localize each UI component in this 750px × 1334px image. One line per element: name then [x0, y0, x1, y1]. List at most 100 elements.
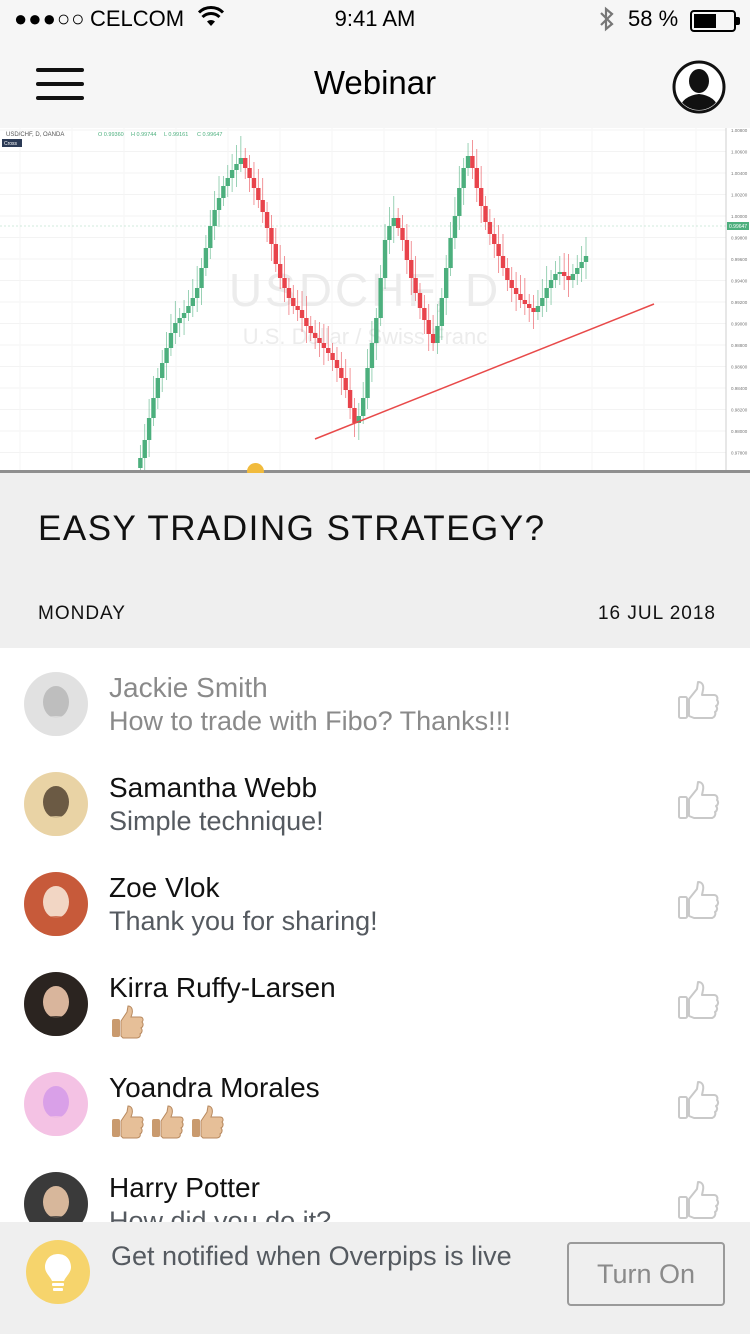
candle-body: [312, 333, 318, 338]
candle-body: [186, 306, 191, 313]
ohlc-value: O 0.99360: [98, 132, 124, 138]
candle-body: [260, 200, 265, 212]
price-tick-label: 0.98600: [731, 365, 748, 370]
candle-body: [400, 228, 405, 240]
comment-item[interactable]: Kirra Ruffy-Larsen: [0, 948, 750, 1048]
candle-body: [465, 156, 471, 168]
comment-author: Harry Potter: [109, 1172, 260, 1203]
thumbs-up-emoji: [112, 1005, 144, 1039]
candle-body: [339, 368, 344, 378]
candle-body: [238, 158, 244, 164]
thumbs-up-icon[interactable]: [676, 880, 720, 922]
comment-text: Thank you for sharing!: [109, 906, 378, 936]
candle-body: [452, 216, 458, 238]
candle-body: [478, 188, 484, 206]
candle-body: [566, 276, 571, 280]
candle-body: [461, 168, 466, 188]
candle-body: [513, 288, 519, 294]
candle-body: [194, 288, 200, 298]
price-tick-label: 0.99800: [731, 236, 748, 241]
candle-body: [382, 240, 388, 278]
candle-body: [518, 294, 523, 300]
candle-body: [548, 280, 554, 288]
candle-body: [496, 244, 501, 256]
candle-body: [299, 310, 305, 318]
candle-body: [326, 348, 331, 353]
candle-body: [160, 363, 165, 378]
thumbs-up-icon[interactable]: [676, 1180, 720, 1222]
candle-body: [443, 268, 449, 298]
price-tick-label: 0.98200: [731, 408, 748, 413]
candle-body: [527, 304, 532, 308]
price-chart[interactable]: USDCHF, D U.S. Dollar / Swiss Franc 1.00…: [0, 128, 750, 474]
avatar[interactable]: [24, 872, 88, 936]
cross-label: Cross: [4, 141, 18, 147]
candle-body: [360, 398, 366, 416]
ohlc-value: L 0.99161: [164, 132, 188, 138]
price-tick-label: 1.00200: [731, 193, 748, 198]
lightbulb-icon: [26, 1240, 90, 1304]
candle-body: [570, 274, 576, 280]
thumbs-up-emoji: [192, 1105, 224, 1139]
candle-body: [256, 188, 261, 200]
comment-item[interactable]: Zoe Vlok Thank you for sharing!: [0, 848, 750, 948]
avatar[interactable]: [24, 672, 88, 736]
candle-body: [347, 390, 353, 408]
candle-body: [430, 334, 436, 343]
candle-body: [308, 326, 313, 333]
candle-body: [203, 248, 209, 268]
avatar[interactable]: [24, 772, 88, 836]
candle-body: [212, 210, 217, 226]
bluetooth-icon: [598, 6, 616, 38]
candle-body: [483, 206, 488, 222]
candle-body: [413, 278, 418, 293]
user-avatar-icon[interactable]: [672, 60, 726, 114]
comment-item[interactable]: Samantha Webb Simple technique!: [0, 748, 750, 848]
candle-body: [330, 353, 335, 360]
turn-on-button[interactable]: Turn On: [567, 1242, 725, 1306]
comment-text: How to trade with Fibo? Thanks!!!: [109, 706, 511, 736]
thumbs-up-icon[interactable]: [676, 680, 720, 722]
price-tick-label: 0.97800: [731, 451, 748, 456]
candle-body: [395, 218, 401, 228]
comment-item[interactable]: Jackie Smith How to trade with Fibo? Tha…: [0, 648, 750, 748]
candle-body: [273, 244, 279, 264]
candle-body: [216, 198, 222, 210]
thumbs-up-emoji: [112, 1105, 144, 1139]
candle-body: [181, 313, 187, 318]
comment-emoji: [109, 1004, 149, 1040]
candle-body: [142, 440, 147, 458]
price-tick-label: 1.00400: [731, 171, 748, 176]
candle-body: [522, 300, 528, 304]
candle-body: [243, 158, 248, 168]
candle-body: [173, 323, 178, 333]
price-tick-label: 0.98400: [731, 386, 748, 391]
avatar[interactable]: [24, 1072, 88, 1136]
candle-body: [334, 360, 340, 368]
comment-text: How did you do it?: [109, 1206, 332, 1222]
candle-body: [404, 240, 410, 260]
avatar[interactable]: [24, 1172, 88, 1222]
comment-text: Simple technique!: [109, 806, 324, 836]
avatar[interactable]: [24, 972, 88, 1036]
comment-list[interactable]: Jackie Smith How to trade with Fibo? Tha…: [0, 648, 750, 1222]
candle-body: [435, 326, 440, 343]
candle-body: [535, 306, 541, 312]
comment-item[interactable]: Harry Potter How did you do it?: [0, 1148, 750, 1222]
price-tick-label: 0.99000: [731, 322, 748, 327]
candle-body: [155, 378, 161, 398]
thumbs-up-icon[interactable]: [676, 1080, 720, 1122]
candle-body: [409, 260, 414, 278]
comment-item[interactable]: Yoandra Morales: [0, 1048, 750, 1148]
candle-body: [500, 256, 506, 268]
thumbs-up-emoji: [152, 1105, 184, 1139]
candle-body: [295, 306, 300, 310]
candle-body: [264, 212, 270, 228]
candle-body: [199, 268, 204, 288]
candle-body: [426, 320, 431, 334]
thumbs-up-icon[interactable]: [676, 780, 720, 822]
candle-body: [378, 278, 383, 318]
thumbs-up-icon[interactable]: [676, 980, 720, 1022]
ohlc-value: H 0.99744: [131, 132, 156, 138]
candle-body: [277, 264, 283, 278]
